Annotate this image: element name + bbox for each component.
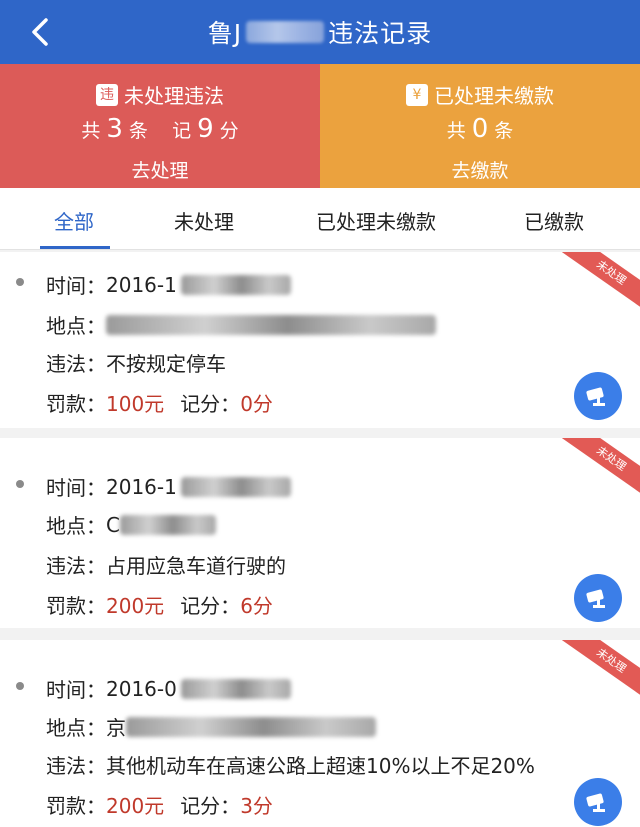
unprocessed-title: 未处理违法	[124, 84, 224, 108]
unpaid-header: ¥ 已处理未缴款	[320, 80, 640, 109]
location-value: C	[106, 512, 120, 537]
violation-row: 违法： 占用应急车道行驶的	[46, 550, 286, 579]
camera-icon	[586, 387, 605, 406]
fine-value: 100元	[106, 392, 165, 416]
tab-processed-unpaid[interactable]: 已处理未缴款	[316, 206, 436, 235]
count-prefix: 共	[446, 120, 466, 142]
count-prefix: 共	[81, 120, 101, 142]
violation-value: 占用应急车道行驶的	[106, 554, 286, 578]
points-label: 记分：	[180, 794, 241, 818]
unpaid-title: 已处理未缴款	[434, 84, 554, 108]
location-redacted	[106, 314, 436, 335]
fine-label: 罚款：	[46, 594, 106, 618]
unprocessed-header: 违 未处理违法	[0, 80, 320, 109]
violation-label: 违法：	[46, 754, 106, 778]
back-button[interactable]	[22, 14, 62, 50]
fine-label: 罚款：	[46, 794, 106, 818]
camera-icon	[586, 589, 605, 608]
time-value: 2016-0	[106, 676, 177, 701]
fine-value: 200元	[106, 794, 165, 818]
fine-row: 罚款： 200元 记分： 6分	[46, 590, 273, 619]
camera-icon	[586, 793, 605, 812]
points-unit: 分	[219, 120, 239, 142]
location-label: 地点：	[46, 716, 106, 740]
tab-unprocessed[interactable]: 未处理	[174, 206, 234, 235]
points-value: 3分	[240, 794, 273, 818]
time-row: 时间： 2016-0	[46, 674, 291, 703]
time-redacted	[180, 274, 291, 295]
time-label: 时间：	[46, 274, 106, 298]
timeline-dot	[16, 278, 24, 286]
top-bar: 鲁J 违法记录	[0, 0, 640, 64]
go-process-button[interactable]: 去处理	[0, 156, 320, 183]
time-redacted	[180, 476, 291, 497]
summary-panel: 违 未处理违法 共3条 记9分 去处理 ¥ 已处理未缴款 共0条 去缴款	[0, 64, 640, 188]
time-value: 2016-1	[106, 474, 177, 499]
go-pay-button[interactable]: 去缴款	[320, 156, 640, 183]
location-row: 地点： 京	[46, 712, 376, 741]
fine-label: 罚款：	[46, 392, 106, 416]
active-tab-indicator	[40, 246, 110, 249]
violation-value: 不按规定停车	[106, 352, 226, 376]
location-redacted	[119, 514, 216, 535]
title-suffix: 违法记录	[328, 19, 433, 48]
time-label: 时间：	[46, 476, 106, 500]
points-prefix: 记	[172, 120, 192, 142]
violation-label: 违法：	[46, 554, 106, 578]
unprocessed-stats: 共3条 记9分	[0, 114, 320, 144]
timeline-dot	[16, 480, 24, 488]
location-row: 地点：	[46, 310, 436, 339]
time-label: 时间：	[46, 678, 106, 702]
location-label: 地点：	[46, 514, 106, 538]
count-unit: 条	[494, 120, 514, 142]
location-row: 地点： C	[46, 510, 216, 539]
time-row: 时间： 2016-1	[46, 270, 291, 299]
unpaid-summary: ¥ 已处理未缴款 共0条 去缴款	[320, 64, 640, 188]
plate-number-redacted	[246, 21, 325, 43]
status-ribbon: 未处理	[559, 640, 640, 702]
tab-paid[interactable]: 已缴款	[524, 206, 584, 235]
camera-evidence-button[interactable]	[574, 574, 622, 622]
fine-row: 罚款： 200元 记分： 3分	[46, 790, 273, 819]
camera-evidence-button[interactable]	[574, 778, 622, 826]
location-redacted	[126, 716, 376, 737]
violation-value: 其他机动车在高速公路上超速10%以上不足20%	[106, 754, 535, 778]
points-value: 0分	[240, 392, 273, 416]
unprocessed-count: 3	[106, 114, 123, 144]
violation-label: 违法：	[46, 352, 106, 376]
unprocessed-summary: 违 未处理违法 共3条 记9分 去处理	[0, 64, 320, 188]
violation-card[interactable]: 未处理 时间： 2016-1 地点： 违法： 不按规定停车 罚款： 100元 记…	[0, 252, 640, 428]
fine-row: 罚款： 100元 记分： 0分	[46, 388, 273, 417]
unprocessed-points: 9	[197, 114, 214, 144]
tab-all[interactable]: 全部	[54, 206, 94, 235]
unpaid-count: 0	[471, 114, 489, 144]
location-label: 地点：	[46, 314, 106, 338]
chevron-left-icon	[32, 18, 48, 46]
camera-evidence-button[interactable]	[574, 372, 622, 420]
violation-card[interactable]: 未处理 时间： 2016-1 地点： C 违法： 占用应急车道行驶的 罚款： 2…	[0, 438, 640, 628]
yen-badge-icon: ¥	[406, 83, 428, 106]
time-value: 2016-1	[106, 272, 177, 297]
violation-row: 违法： 不按规定停车	[46, 348, 226, 377]
points-label: 记分：	[180, 392, 241, 416]
count-unit: 条	[128, 120, 148, 142]
status-ribbon: 未处理	[559, 438, 640, 500]
unpaid-stats: 共0条	[320, 114, 640, 144]
violation-badge-icon: 违	[96, 83, 118, 106]
violation-row: 违法： 其他机动车在高速公路上超速10%以上不足20%	[46, 750, 535, 779]
filter-tabs: 全部 未处理 已处理未缴款 已缴款	[0, 188, 640, 250]
status-ribbon: 未处理	[559, 252, 640, 314]
fine-value: 200元	[106, 594, 165, 618]
title-prefix: 鲁J	[207, 19, 243, 48]
points-label: 记分：	[180, 594, 241, 618]
timeline-dot	[16, 682, 24, 690]
time-redacted	[180, 678, 291, 699]
time-row: 时间： 2016-1	[46, 472, 291, 501]
page-title: 鲁J 违法记录	[208, 14, 432, 50]
location-value: 京	[106, 716, 126, 740]
violation-card[interactable]: 未处理 时间： 2016-0 地点： 京 违法： 其他机动车在高速公路上超速10…	[0, 640, 640, 827]
points-value: 6分	[240, 594, 273, 618]
